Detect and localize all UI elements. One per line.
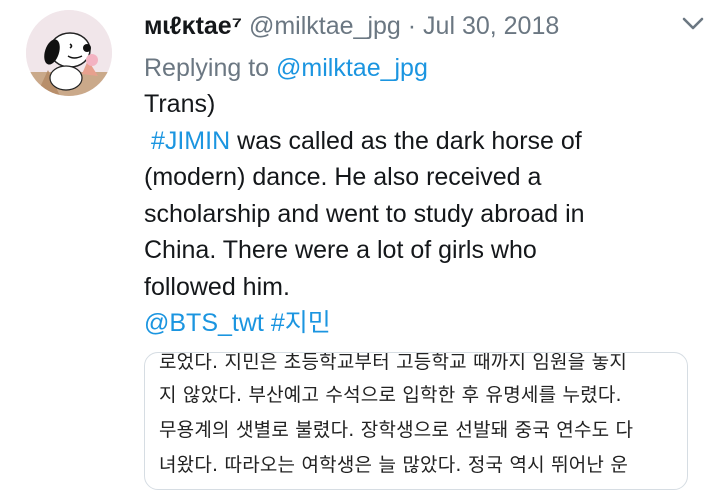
hashtag-jimin[interactable]: #JIMIN: [151, 127, 230, 155]
tweet-header: ᴍɩℓĸtae⁷ @milktae_jpg · Jul 30, 2018: [144, 8, 559, 44]
chevron-down-icon: [682, 17, 704, 30]
body-line-1: Trans): [144, 90, 216, 118]
tweet-body: Trans) #JIMIN was called as the dark hor…: [144, 86, 684, 342]
separator-dot: ·: [407, 12, 417, 40]
hashtag-jimin-korean[interactable]: #지민: [271, 309, 331, 337]
snoopy-avatar-icon: [26, 10, 112, 96]
display-name[interactable]: ᴍɩℓĸtae⁷: [144, 12, 242, 40]
body-line-7: @BTS_twt #지민: [144, 305, 684, 342]
body-line-2-text: was called as the dark horse of: [230, 126, 582, 155]
body-line-6: followed him.: [144, 272, 290, 301]
replying-handle-link[interactable]: @milktae_jpg: [276, 54, 428, 82]
media-text-line: 무용계의 샛별로 불렸다. 장학생으로 선발돼 중국 연수도 다: [159, 419, 634, 441]
media-text-line: 로었다. 지민은 초등학교부터 고등학교 때까지 임원을 놓지: [159, 352, 627, 373]
body-line-4: scholarship and went to study abroad in: [144, 199, 585, 228]
media-text-line: 지 않았다. 부산예고 수석으로 입학한 후 유명세를 누렸다.: [159, 384, 622, 406]
body-line-3: (modern) dance. He also received a: [144, 163, 542, 191]
user-handle[interactable]: @milktae_jpg: [249, 12, 401, 40]
replying-to: Replying to @milktae_jpg: [144, 50, 428, 86]
body-line-5: China. There were a lot of girls who: [144, 236, 537, 264]
tweet-date[interactable]: Jul 30, 2018: [423, 12, 559, 40]
mention-bts[interactable]: @BTS_twt: [144, 309, 264, 337]
media-image[interactable]: 로었다. 지민은 초등학교부터 고등학교 때까지 임원을 놓지 지 않았다. 부…: [144, 352, 688, 490]
replying-prefix: Replying to: [144, 54, 270, 82]
tweet-menu-button[interactable]: [682, 16, 704, 32]
avatar[interactable]: [26, 10, 112, 96]
body-line-2: #JIMIN was called as the dark horse of: [144, 123, 684, 160]
media-text-line: 녀왔다. 따라오는 여학생은 늘 많았다. 정국 역시 뛰어난 운: [159, 454, 629, 476]
